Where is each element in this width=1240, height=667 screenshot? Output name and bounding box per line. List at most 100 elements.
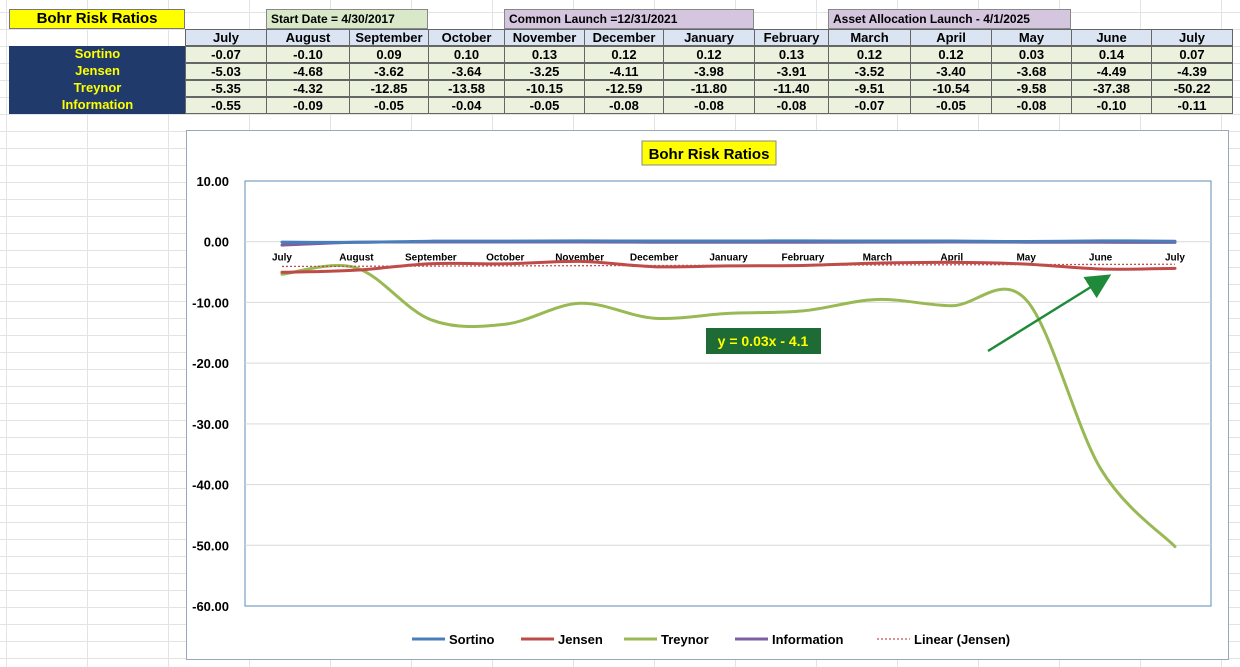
value-cell[interactable]: -0.08 — [991, 97, 1072, 114]
sheet-title[interactable]: Bohr Risk Ratios — [9, 9, 185, 29]
value-cell[interactable]: -0.10 — [1071, 97, 1152, 114]
y-tick-label: -10.00 — [192, 295, 229, 310]
month-header[interactable]: March — [828, 29, 911, 46]
value-cell[interactable]: -10.15 — [504, 80, 585, 97]
value-cell[interactable]: -13.58 — [428, 80, 505, 97]
value-cell[interactable]: -0.04 — [428, 97, 505, 114]
value-cell[interactable]: -0.07 — [185, 46, 267, 63]
row-label-information[interactable]: Information — [9, 97, 186, 114]
x-tick-label: July — [272, 253, 292, 264]
x-tick-label: January — [709, 253, 748, 264]
value-cell[interactable]: -3.68 — [991, 63, 1072, 80]
value-cell[interactable]: -0.10 — [266, 46, 350, 63]
legend-label: Jensen — [558, 632, 603, 647]
y-tick-label: 0.00 — [204, 235, 229, 250]
value-cell[interactable]: -3.52 — [828, 63, 911, 80]
value-cell[interactable]: -37.38 — [1071, 80, 1152, 97]
value-cell[interactable]: 0.09 — [349, 46, 429, 63]
month-header[interactable]: November — [504, 29, 585, 46]
legend-label: Information — [772, 632, 844, 647]
month-header[interactable]: September — [349, 29, 429, 46]
value-cell[interactable]: -50.22 — [1151, 80, 1233, 97]
x-tick-label: August — [339, 253, 374, 264]
month-header[interactable]: February — [754, 29, 829, 46]
asset-allocation-banner[interactable]: Asset Allocation Launch - 4/1/2025 — [828, 9, 1071, 29]
value-cell[interactable]: -4.11 — [584, 63, 664, 80]
value-cell[interactable]: 0.12 — [910, 46, 992, 63]
value-cell[interactable]: 0.14 — [1071, 46, 1152, 63]
value-cell[interactable]: -0.08 — [584, 97, 664, 114]
value-cell[interactable]: -3.64 — [428, 63, 505, 80]
value-cell[interactable]: -5.35 — [185, 80, 267, 97]
month-header[interactable]: April — [910, 29, 992, 46]
value-cell[interactable]: 0.03 — [991, 46, 1072, 63]
value-cell[interactable]: -3.25 — [504, 63, 585, 80]
chart-frame[interactable]: 10.00 0.00 -10.00 -20.00 -30.00 -40.00 -50.00 -… — [186, 130, 1229, 660]
month-header[interactable]: May — [991, 29, 1072, 46]
value-cell[interactable]: -9.51 — [828, 80, 911, 97]
legend-label: Treynor — [661, 632, 709, 647]
value-cell[interactable]: 0.13 — [754, 46, 829, 63]
legend-label: Sortino — [449, 632, 495, 647]
value-cell[interactable]: -3.40 — [910, 63, 992, 80]
value-cell[interactable]: -0.05 — [349, 97, 429, 114]
value-cell[interactable]: -0.08 — [754, 97, 829, 114]
value-cell[interactable]: -11.80 — [663, 80, 755, 97]
y-tick-label: -20.00 — [192, 356, 229, 371]
x-tick-label: June — [1089, 253, 1113, 264]
value-cell[interactable]: 0.10 — [428, 46, 505, 63]
row-label-sortino[interactable]: Sortino — [9, 46, 186, 63]
value-cell[interactable]: 0.13 — [504, 46, 585, 63]
y-tick-label: -40.00 — [192, 478, 229, 493]
y-tick-label: -50.00 — [192, 538, 229, 553]
y-tick-label: -60.00 — [192, 599, 229, 614]
value-cell[interactable]: -4.68 — [266, 63, 350, 80]
month-header[interactable]: October — [428, 29, 505, 46]
y-tick-label: 10.00 — [196, 174, 229, 189]
value-cell[interactable]: -12.85 — [349, 80, 429, 97]
value-cell[interactable]: -0.05 — [504, 97, 585, 114]
common-launch-banner[interactable]: Common Launch =12/31/2021 — [504, 9, 754, 29]
plot-area — [244, 180, 1212, 607]
month-header[interactable]: January — [663, 29, 755, 46]
value-cell[interactable]: -5.03 — [185, 63, 267, 80]
legend-label: Linear (Jensen) — [914, 632, 1010, 647]
month-header[interactable]: August — [266, 29, 350, 46]
value-cell[interactable]: -4.39 — [1151, 63, 1233, 80]
y-tick-label: -30.00 — [192, 417, 229, 432]
month-header[interactable]: December — [584, 29, 664, 46]
value-cell[interactable]: -0.11 — [1151, 97, 1233, 114]
month-header[interactable]: July — [1151, 29, 1233, 46]
x-tick-label: May — [1016, 253, 1036, 264]
value-cell[interactable]: -10.54 — [910, 80, 992, 97]
x-tick-label: February — [782, 253, 825, 264]
value-cell[interactable]: 0.12 — [663, 46, 755, 63]
value-cell[interactable]: 0.12 — [828, 46, 911, 63]
value-cell[interactable]: -9.58 — [991, 80, 1072, 97]
risk-ratio-chart: 10.00 0.00 -10.00 -20.00 -30.00 -40.00 -50.00 -… — [192, 140, 1212, 647]
series-line-sortino — [280, 239, 1177, 244]
month-header[interactable]: July — [185, 29, 267, 46]
chart-title: Bohr Risk Ratios — [649, 146, 770, 163]
value-cell[interactable]: -12.59 — [584, 80, 664, 97]
value-cell[interactable]: -3.91 — [754, 63, 829, 80]
value-cell[interactable]: -11.40 — [754, 80, 829, 97]
x-tick-label: July — [1165, 253, 1185, 264]
value-cell[interactable]: -0.05 — [910, 97, 992, 114]
value-cell[interactable]: -0.08 — [663, 97, 755, 114]
value-cell[interactable]: -4.49 — [1071, 63, 1152, 80]
trend-equation: y = 0.03x - 4.1 — [718, 333, 809, 349]
value-cell[interactable]: -0.07 — [828, 97, 911, 114]
x-tick-label: December — [630, 253, 678, 264]
value-cell[interactable]: -3.98 — [663, 63, 755, 80]
start-date-banner[interactable]: Start Date = 4/30/2017 — [266, 9, 428, 29]
value-cell[interactable]: -3.62 — [349, 63, 429, 80]
value-cell[interactable]: 0.07 — [1151, 46, 1233, 63]
row-label-treynor[interactable]: Treynor — [9, 80, 186, 97]
value-cell[interactable]: 0.12 — [584, 46, 664, 63]
value-cell[interactable]: -4.32 — [266, 80, 350, 97]
month-header[interactable]: June — [1071, 29, 1152, 46]
row-label-jensen[interactable]: Jensen — [9, 63, 186, 80]
value-cell[interactable]: -0.55 — [185, 97, 267, 114]
value-cell[interactable]: -0.09 — [266, 97, 350, 114]
